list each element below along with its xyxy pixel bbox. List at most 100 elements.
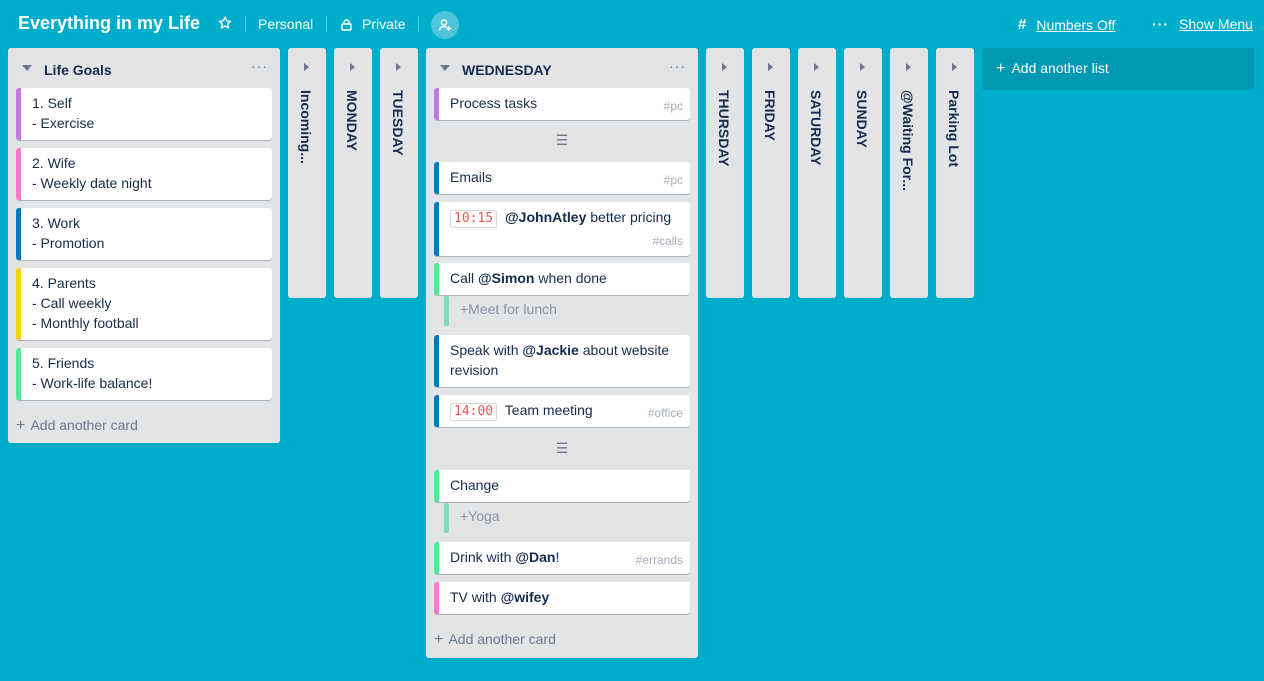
label-bar [16,208,21,260]
list-title: THURSDAY [716,90,732,167]
card-call-simon[interactable]: Call @Simon when done [434,263,690,295]
card-emails[interactable]: Emails #pc [434,162,690,194]
list-collapsed-sunday[interactable]: SUNDAY [844,48,882,298]
label-bar [434,202,439,256]
time-badge: 14:00 [450,403,498,421]
show-menu-button[interactable]: ··· Show Menu [1152,16,1253,32]
list-wednesday: WEDNESDAY ··· Process tasks #pc ☰ Emails… [426,48,698,658]
card-parents[interactable]: 4. Parents - Call weekly - Monthly footb… [16,268,272,340]
list-title: SUNDAY [854,90,870,148]
list-collapsed-waiting-for[interactable]: @Waiting For... [890,48,928,298]
card-friends[interactable]: 5. Friends - Work-life balance! [16,348,272,400]
card-process-tasks[interactable]: Process tasks #pc [434,88,690,120]
separator-icon: ☰ [555,440,569,456]
label-bar [444,503,449,533]
ellipsis-icon: ··· [1152,16,1169,32]
list-title: Incoming... [298,90,314,164]
add-card-button[interactable]: + Add another card [434,631,556,649]
list-title[interactable]: Life Goals [44,62,112,78]
list-menu-icon[interactable]: ··· [251,58,268,74]
list-header: Life Goals ··· [8,48,280,88]
board-header: Everything in my Life Personal Private #… [0,0,1264,48]
visibility-button[interactable]: Private [340,16,406,32]
label-bar [434,335,439,387]
card-text: Emails [450,169,493,185]
card-text: Speak with [450,342,523,358]
card-self[interactable]: 1. Self - Exercise [16,88,272,140]
header-divider [326,16,327,32]
label-bar [434,395,439,427]
card-text: - Exercise [32,115,95,131]
card-tv-wifey[interactable]: TV with @wifey [434,582,690,614]
list-collapsed-saturday[interactable]: SATURDAY [798,48,836,298]
card-text: TV with [450,589,501,605]
add-card-button[interactable]: + Add another card [16,417,138,435]
numbers-toggle-button[interactable]: # Numbers Off [1018,16,1115,33]
card-team-meeting[interactable]: 14:00 Team meeting #office [434,395,690,427]
star-icon [218,16,232,29]
team-label: Personal [258,16,314,32]
card-text: - Promotion [32,235,105,251]
label-bar [16,88,21,140]
list-title: @Waiting For... [900,90,916,192]
list-title: TUESDAY [390,90,406,156]
label-bar [444,296,449,326]
card-text: Call [450,270,479,286]
board-title[interactable]: Everything in my Life [18,13,200,34]
add-list-button[interactable]: + Add another list [982,48,1254,90]
numbers-toggle-label: Numbers Off [1036,16,1116,33]
label-bar [434,582,439,614]
mention: @Dan [515,549,556,565]
card-text: better pricing [586,209,672,225]
checklist-item[interactable]: +Meet for lunch [444,296,690,326]
card-drink-dan[interactable]: Drink with @Dan! #errands [434,542,690,574]
expand-arrow-icon [304,63,309,71]
add-card-label: Add another card [30,417,138,433]
list-header: WEDNESDAY ··· [426,48,698,88]
card-text: - Monthly football [32,315,139,331]
expand-arrow-icon [768,63,773,71]
team-button[interactable]: Personal [258,16,313,32]
checklist-item[interactable]: +Yoga [444,503,690,533]
list-title[interactable]: WEDNESDAY [462,62,552,78]
add-member-button[interactable] [431,11,459,39]
card-text: - Weekly date night [32,175,152,191]
card-speak-jackie[interactable]: Speak with @Jackie about website revisio… [434,335,690,387]
card-tag: #pc [663,173,683,187]
card-tag: #pc [663,99,683,113]
header-divider [418,16,419,32]
list-collapsed-parking-lot[interactable]: Parking Lot [936,48,974,298]
expand-arrow-icon [722,63,727,71]
card-work[interactable]: 3. Work - Promotion [16,208,272,260]
list-collapsed-thursday[interactable]: THURSDAY [706,48,744,298]
label-bar [434,88,439,120]
checklist-text: +Meet for lunch [460,301,557,317]
list-collapsed-incoming[interactable]: Incoming... [288,48,326,298]
card-change[interactable]: Change [434,470,690,502]
list-life-goals: Life Goals ··· 1. Self - Exercise 2. Wif… [8,48,280,443]
visibility-label: Private [362,16,406,32]
list-collapsed-tuesday[interactable]: TUESDAY [380,48,418,298]
star-button[interactable] [218,16,232,30]
card-text: Process tasks [450,95,538,111]
card-john-atley[interactable]: 10:15 @JohnAtley better pricing #calls [434,202,690,256]
separator-icon: ☰ [555,132,569,148]
card-tag: #errands [635,553,683,567]
label-bar [434,162,439,194]
card-text: ! [555,549,560,565]
list-menu-icon[interactable]: ··· [669,58,686,74]
checklist-text: +Yoga [460,508,500,524]
collapse-caret-icon[interactable] [440,65,450,71]
collapse-caret-icon[interactable] [22,65,32,71]
list-collapsed-monday[interactable]: MONDAY [334,48,372,298]
card-text: 2. Wife [32,155,76,171]
card-text: 5. Friends [32,355,95,371]
expand-arrow-icon [350,63,355,71]
plus-icon: + [996,60,1006,77]
label-bar [16,348,21,400]
mention: @JohnAtley [505,209,587,225]
card-tag: #calls [652,234,683,248]
card-text: Change [450,477,500,493]
list-collapsed-friday[interactable]: FRIDAY [752,48,790,298]
card-wife[interactable]: 2. Wife - Weekly date night [16,148,272,200]
